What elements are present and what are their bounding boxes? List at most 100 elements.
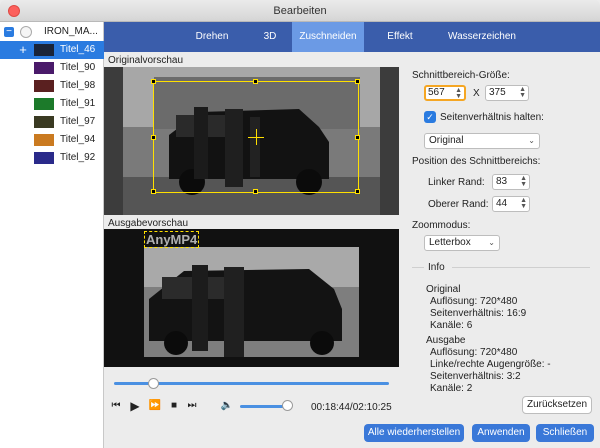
crop-handle[interactable] (355, 135, 360, 140)
info-divider (412, 267, 424, 268)
sidebar-item-label: Titel_98 (60, 80, 96, 91)
sidebar-item-label: Titel_97 (60, 116, 96, 127)
tab-zuschneiden[interactable]: Zuschneiden (292, 22, 364, 52)
crop-handle[interactable] (355, 189, 360, 194)
root-checkbox[interactable] (20, 26, 32, 38)
ratio-select-value: Original (429, 135, 464, 146)
close-button[interactable]: Schließen (536, 424, 594, 442)
output-info-line: Seitenverhältnis: 3:2 (430, 371, 521, 382)
skip-back-icon[interactable]: ⏮ (110, 400, 122, 411)
video-thumbnail (34, 62, 54, 74)
restore-all-button[interactable]: Alle wiederherstellen (364, 424, 464, 442)
crop-height-value: 375 (489, 87, 506, 98)
reset-button[interactable]: Zurücksetzen (522, 396, 592, 414)
video-thumbnail (34, 152, 54, 164)
output-heading: Ausgabe (426, 335, 466, 346)
window-title: Bearbeiten (273, 5, 327, 17)
volume-knob[interactable] (281, 400, 293, 411)
fast-forward-icon[interactable]: ⏩ (148, 400, 162, 411)
stepper-arrows-icon[interactable]: ▲ ▼ (520, 197, 527, 210)
size-separator: X (473, 88, 480, 99)
ratio-select[interactable]: Original ⌄ (424, 133, 540, 149)
crop-height-field[interactable]: 375 ▲ ▼ (485, 85, 529, 101)
crop-handle[interactable] (253, 189, 258, 194)
sidebar-item-titel-94[interactable]: Titel_94 (0, 131, 104, 149)
chevron-down-icon: ⌄ (528, 136, 535, 145)
original-info-line: Seitenverhältnis: 16:9 (430, 308, 527, 319)
crop-width-field[interactable]: 567 ▲ ▼ (424, 85, 466, 101)
original-heading: Original (426, 284, 461, 295)
sidebar-item-titel-92[interactable]: Titel_92 (0, 149, 104, 167)
tab-wasserzeichen[interactable]: Wasserzeichen (436, 22, 528, 52)
crop-settings-panel: Schnittbereich-Größe: 567 ▲ ▼ X 375 ▲ ▼ ✓ … (400, 52, 600, 448)
edit-window: Bearbeiten − IRON_MA... + Titel_46 Titel… (0, 0, 600, 448)
video-thumbnail (34, 44, 54, 56)
info-title: Info (428, 262, 445, 273)
apply-button[interactable]: Anwenden (472, 424, 530, 442)
crop-width-value: 567 (428, 87, 445, 98)
tab-effekt[interactable]: Effekt (372, 22, 428, 52)
collapse-icon[interactable]: − (4, 27, 14, 37)
output-info-line: Linke/rechte Augengröße: - (430, 359, 551, 370)
sidebar-item-label: Titel_94 (60, 134, 96, 145)
crop-handle[interactable] (151, 189, 156, 194)
tree-root[interactable]: − IRON_MA... (0, 24, 104, 40)
info-divider (452, 267, 590, 268)
stepper-arrows-icon[interactable]: ▲ ▼ (520, 175, 527, 188)
crop-handle[interactable] (253, 79, 258, 84)
time-display: 00:18:44/02:10:25 (311, 402, 392, 413)
watermark-text[interactable]: AnyMP4 (144, 231, 200, 248)
sidebar-item-titel-46[interactable]: + Titel_46 (0, 41, 104, 59)
volume-icon[interactable]: 🔈 (220, 400, 234, 411)
chevron-down-icon: ⌄ (488, 238, 495, 247)
original-info-line: Auflösung: 720*480 (430, 296, 518, 307)
zoom-mode-value: Letterbox (429, 237, 471, 248)
sidebar-item-titel-97[interactable]: Titel_97 (0, 113, 104, 131)
zoom-mode-label: Zoommodus: (412, 220, 471, 231)
title-list-sidebar: − IRON_MA... + Titel_46 Titel_90 Titel_9… (0, 22, 104, 448)
zoom-mode-select[interactable]: Letterbox ⌄ (424, 235, 500, 251)
sidebar-item-label: Titel_91 (60, 98, 96, 109)
video-thumbnail (34, 98, 54, 110)
sidebar-item-titel-90[interactable]: Titel_90 (0, 59, 104, 77)
stepper-arrows-icon[interactable]: ▲ ▼ (519, 86, 526, 99)
seek-knob[interactable] (147, 378, 159, 389)
sidebar-item-label: Titel_46 (60, 44, 96, 55)
sidebar-item-titel-98[interactable]: Titel_98 (0, 77, 104, 95)
sidebar-item-titel-91[interactable]: Titel_91 (0, 95, 104, 113)
top-margin-field[interactable]: 44 ▲ ▼ (492, 196, 530, 212)
add-icon[interactable]: + (17, 41, 29, 59)
original-preview-label: Originalvorschau (108, 55, 184, 66)
stop-icon[interactable]: ■ (168, 400, 180, 411)
play-icon[interactable]: ▶ (128, 399, 142, 413)
tab-drehen[interactable]: Drehen (182, 22, 242, 52)
stepper-arrows-icon[interactable]: ▲ ▼ (455, 87, 462, 100)
skip-forward-icon[interactable]: ⏭ (186, 400, 198, 411)
title-bar: Bearbeiten (0, 0, 600, 22)
output-preview-label: Ausgabevorschau (108, 218, 189, 229)
crosshair-icon (256, 129, 257, 145)
output-preview: AnyMP4 (104, 229, 399, 367)
crop-size-label: Schnittbereich-Größe: (412, 70, 510, 81)
left-margin-value: 83 (496, 176, 508, 187)
keep-ratio-checkbox[interactable]: ✓ (424, 111, 436, 123)
top-margin-value: 44 (496, 198, 508, 209)
crop-handle[interactable] (355, 79, 360, 84)
close-window-button[interactable] (8, 5, 20, 17)
tab-bar: Drehen 3D Zuschneiden Effekt Wasserzeich… (104, 22, 600, 52)
output-video-frame (104, 229, 399, 367)
video-thumbnail (34, 134, 54, 146)
sidebar-item-label: Titel_90 (60, 62, 96, 73)
video-thumbnail (34, 80, 54, 92)
video-thumbnail (34, 116, 54, 128)
original-info-line: Kanäle: 6 (430, 320, 473, 331)
crop-position-label: Position des Schnittbereichs: (412, 156, 541, 167)
output-info-line: Auflösung: 720*480 (430, 347, 518, 358)
output-info-line: Kanäle: 2 (430, 383, 473, 394)
crop-handle[interactable] (151, 79, 156, 84)
tab-3d[interactable]: 3D (250, 22, 290, 52)
top-margin-label: Oberer Rand: (428, 199, 489, 210)
left-margin-field[interactable]: 83 ▲ ▼ (492, 174, 530, 190)
crop-handle[interactable] (151, 135, 156, 140)
sidebar-item-label: Titel_92 (60, 152, 96, 163)
